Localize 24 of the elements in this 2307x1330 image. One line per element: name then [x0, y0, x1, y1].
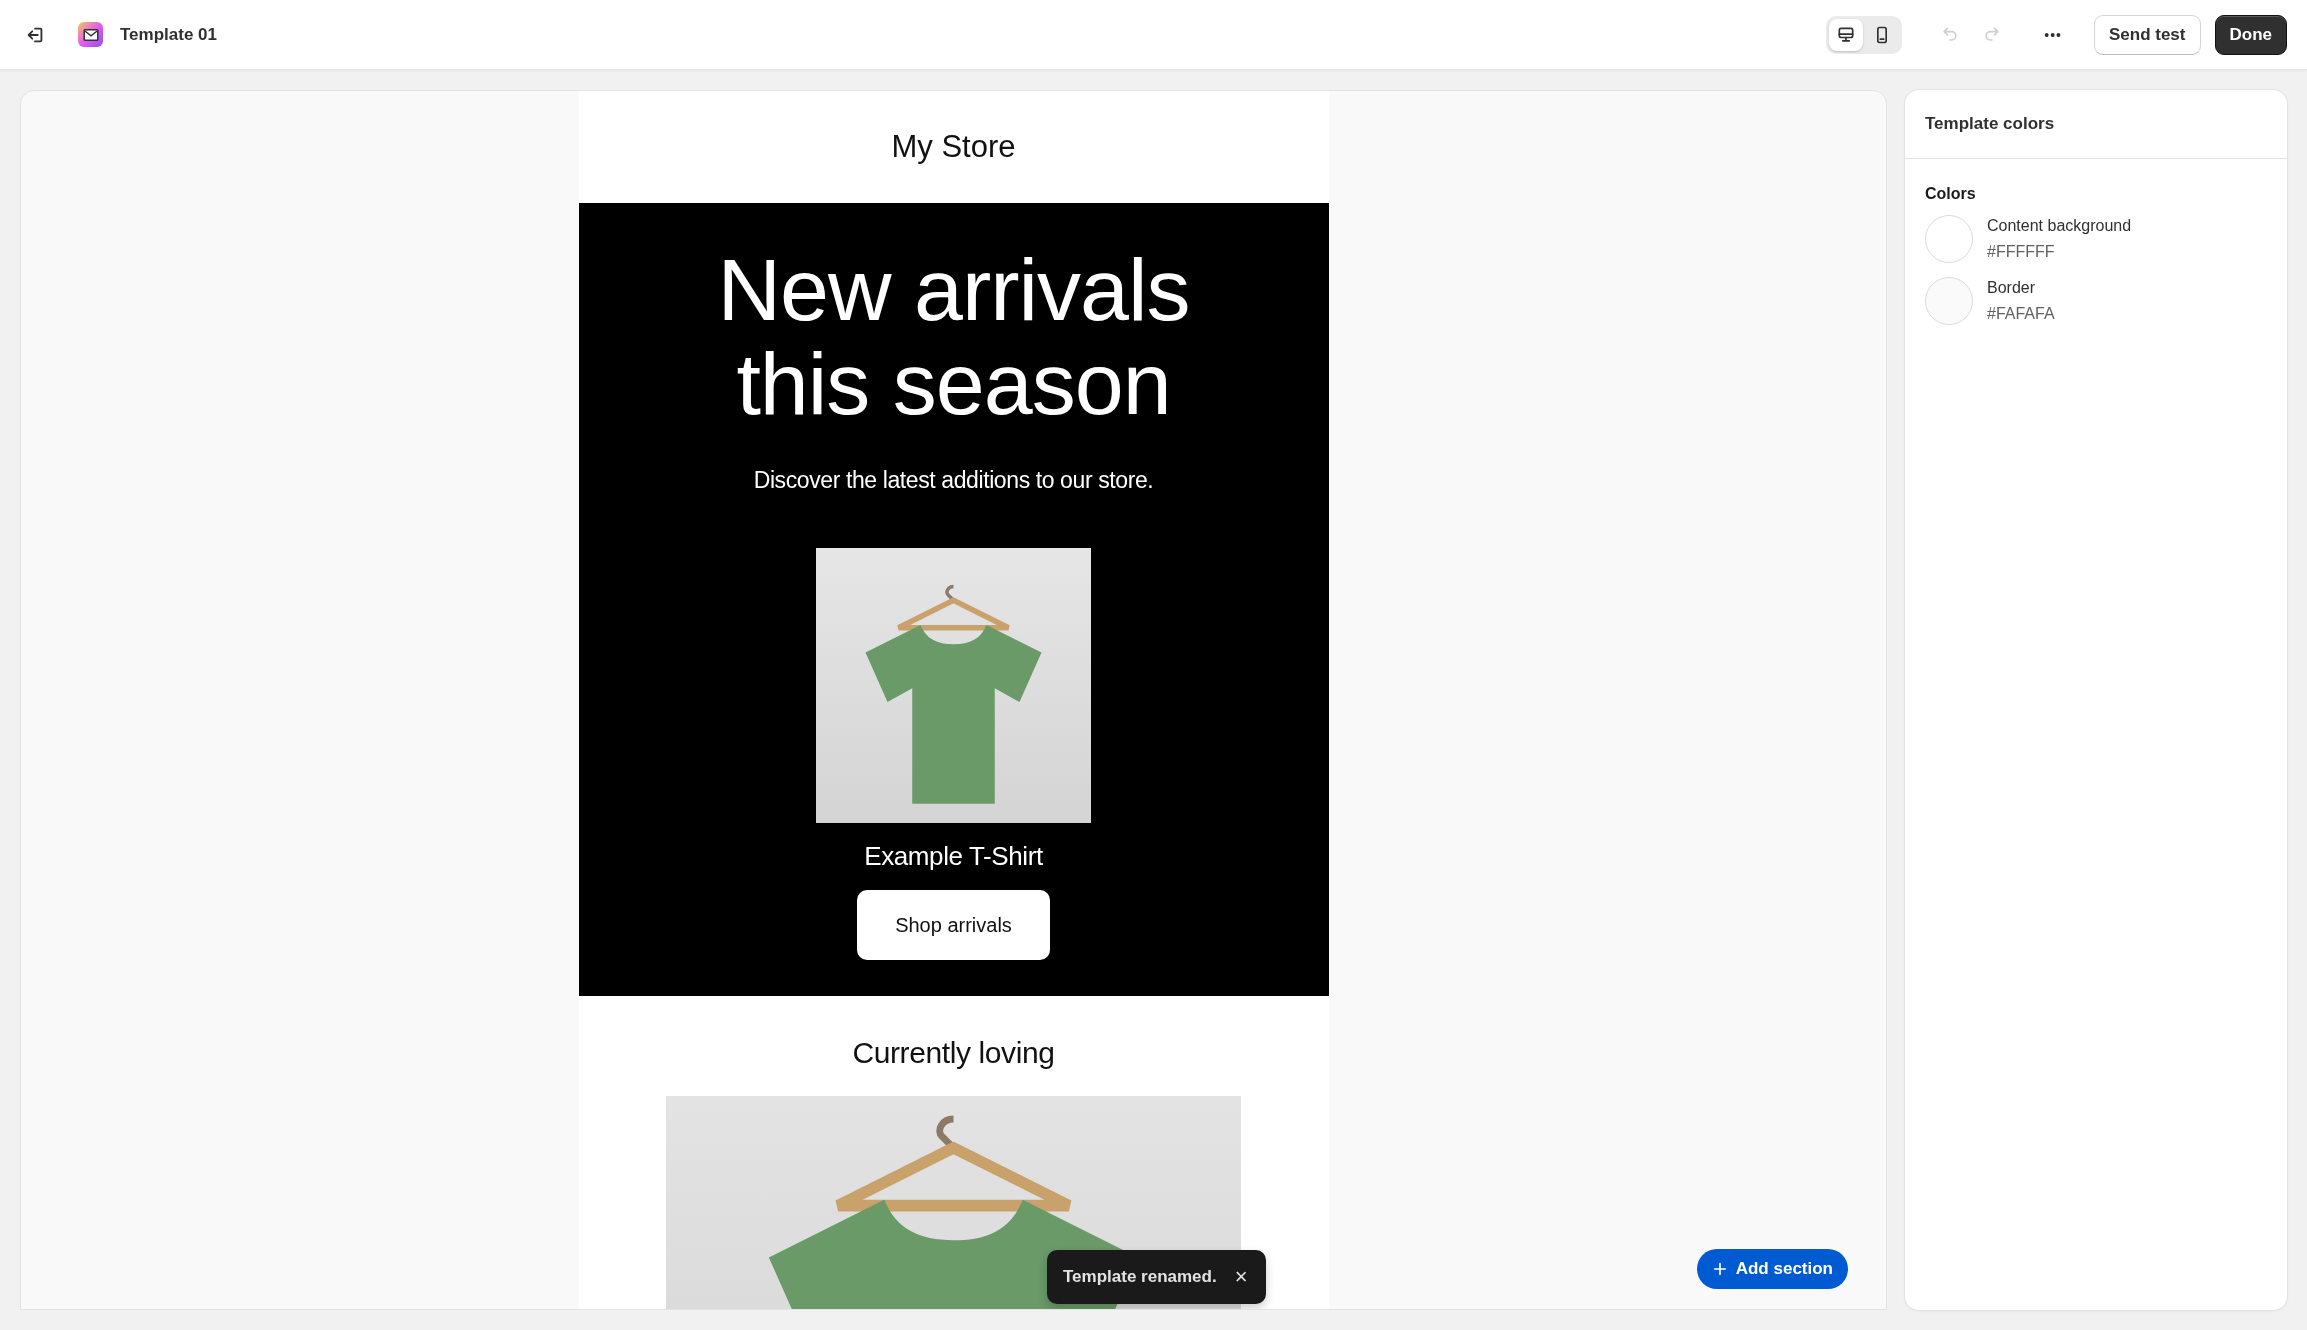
product-name: Example T-Shirt [864, 841, 1043, 872]
section-title: Currently loving [852, 1036, 1055, 1070]
color-hex-value: #FAFAFA [1987, 305, 2055, 323]
template-title: Template 01 [120, 24, 217, 45]
toast-message: Template renamed. [1063, 1267, 1217, 1287]
shop-arrivals-button[interactable]: Shop arrivals [857, 890, 1050, 960]
plus-icon [1711, 1261, 1728, 1277]
more-actions-button[interactable]: ••• [2040, 22, 2066, 47]
color-hex-value: #FFFFFF [1987, 243, 2056, 261]
colors-heading: Colors [1925, 185, 1977, 203]
app-logo-icon [78, 22, 103, 47]
hero-headline: New arrivals this season [716, 243, 1191, 431]
close-button[interactable]: × [1234, 1264, 1248, 1290]
color-name: Border [1987, 279, 2037, 297]
hero-subtitle: Discover the latest additions to our store. [753, 467, 1154, 494]
panel-title: Template colors [1905, 90, 2287, 159]
store-name: My Store [891, 128, 1016, 166]
color-swatch[interactable] [1925, 277, 1973, 325]
color-swatch[interactable] [1925, 215, 1973, 263]
color-name: Content background [1987, 217, 2132, 235]
add-section-button[interactable]: Add section [1696, 1249, 1848, 1289]
send-test-button[interactable]: Send test [2093, 14, 2201, 55]
done-button[interactable]: Done [2214, 14, 2287, 55]
desktop-view-button[interactable] [1829, 18, 1864, 51]
